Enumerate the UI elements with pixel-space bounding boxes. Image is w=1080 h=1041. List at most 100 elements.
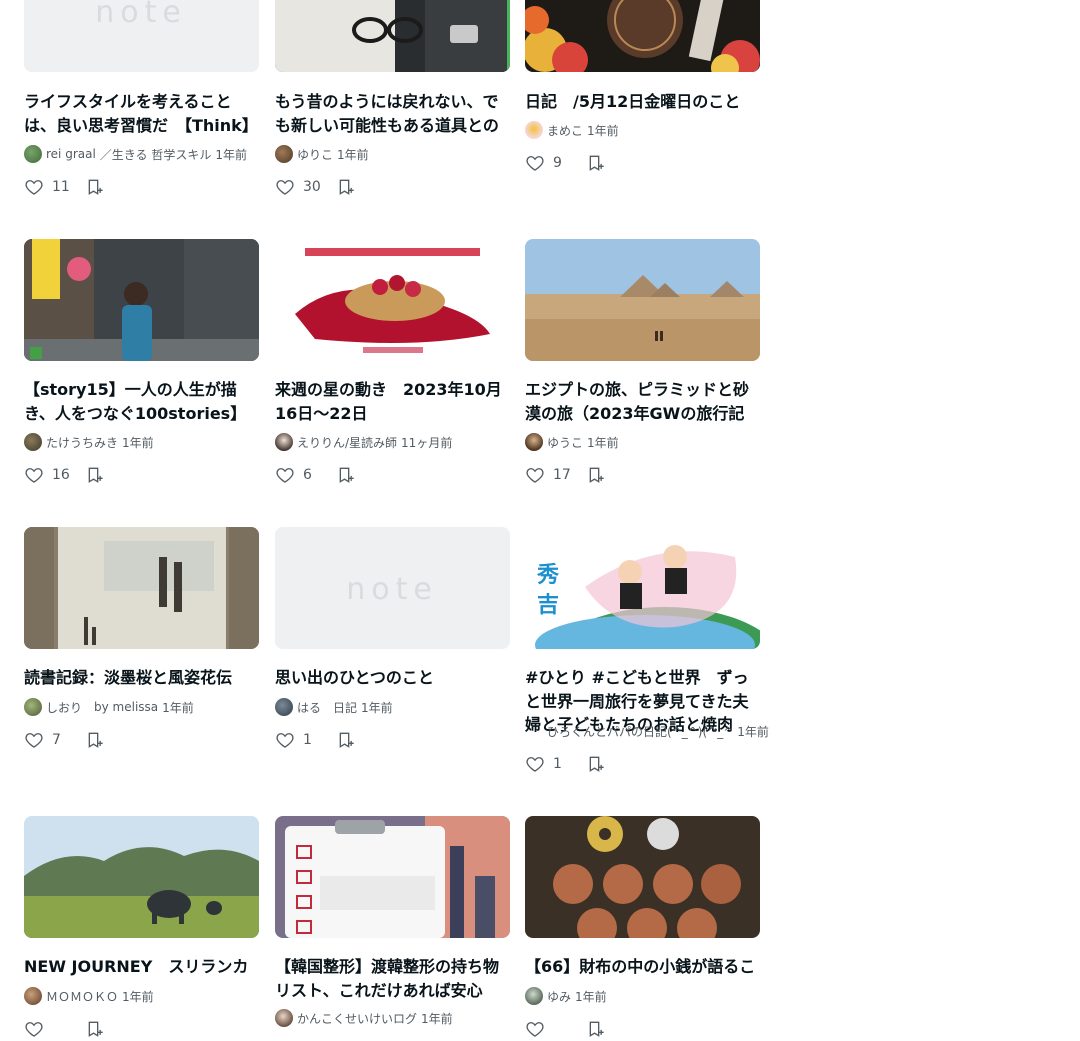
like-button[interactable] — [525, 1019, 577, 1039]
article-thumbnail-placeholder[interactable]: note — [275, 527, 510, 649]
article-title[interactable]: 【韓国整形】渡韓整形の持ち物リスト、これだけあれば安心 — [275, 955, 507, 1002]
heart-icon[interactable] — [525, 465, 545, 485]
like-button[interactable]: 16 — [24, 465, 76, 485]
author-avatar[interactable] — [24, 698, 42, 716]
author-avatar[interactable] — [24, 987, 42, 1005]
save-to-magazine-icon[interactable] — [86, 465, 106, 485]
article-title[interactable]: 【66】財布の中の小銭が語ること、日本の硬貨について — [525, 955, 757, 979]
article-thumbnail[interactable] — [525, 239, 760, 361]
author-name[interactable]: ひろくんとパパの日記(^_^)(^_^ — [547, 723, 733, 740]
article-meta: しおり by melissa 1年前 — [24, 697, 194, 717]
article-title[interactable]: 日記 /5月12日金曜日のこと — [525, 90, 757, 114]
like-button[interactable]: 1 — [525, 754, 577, 774]
article-thumbnail[interactable]: 秀 吉 — [525, 527, 760, 649]
save-to-magazine-icon[interactable] — [587, 1019, 607, 1039]
like-button[interactable]: 17 — [525, 465, 577, 485]
author-name[interactable]: ゆみ — [547, 988, 571, 1005]
save-to-magazine-icon[interactable] — [337, 730, 357, 750]
magazine-name[interactable]: by melissa — [94, 700, 158, 714]
author-name[interactable]: ＭＯＭＯＫＯ — [46, 988, 118, 1005]
article-thumbnail[interactable] — [275, 816, 510, 938]
note-logo-placeholder: note — [346, 572, 438, 607]
magazine-name[interactable]: 日記 — [333, 699, 357, 716]
article-title[interactable]: 来週の星の動き 2023年10月16日〜22日 — [275, 378, 507, 425]
author-avatar[interactable] — [525, 121, 543, 139]
published-time: 1年前 — [122, 435, 154, 450]
heart-icon[interactable] — [525, 153, 545, 173]
like-count: 30 — [303, 179, 321, 195]
author-name[interactable]: まめこ — [547, 122, 583, 139]
article-title[interactable]: ライフスタイルを考えることは、良い思考習慣だ 【Think】 — [24, 90, 256, 137]
author-avatar[interactable] — [24, 145, 42, 163]
save-to-magazine-icon[interactable] — [86, 1019, 106, 1039]
heart-icon[interactable] — [24, 177, 44, 197]
author-name[interactable]: えりりん/星読み師 — [297, 434, 397, 451]
article-meta: ＭＯＭＯＫＯ 1年前 — [24, 986, 154, 1006]
heart-icon[interactable] — [24, 465, 44, 485]
author-avatar[interactable] — [275, 145, 293, 163]
note-logo-placeholder: note — [95, 0, 187, 30]
author-name[interactable]: はる — [297, 699, 321, 716]
published-time: 11ヶ月前 — [401, 435, 453, 450]
article-meta: たけうちみき 1年前 — [24, 432, 154, 452]
article-thumbnail[interactable] — [24, 816, 259, 938]
article-thumbnail-placeholder[interactable]: note — [24, 0, 259, 72]
like-button[interactable]: 1 — [275, 730, 327, 750]
author-name[interactable]: しおり — [46, 699, 82, 716]
save-to-magazine-icon[interactable] — [86, 177, 106, 197]
author-avatar[interactable] — [525, 433, 543, 451]
article-actions — [24, 1017, 106, 1041]
author-avatar[interactable] — [525, 987, 543, 1005]
magazine-name[interactable]: ／生きる 哲学スキル — [100, 146, 212, 163]
article-title[interactable]: エジプトの旅、ピラミッドと砂漠の旅（2023年GWの旅行記その１） — [525, 378, 757, 425]
heart-icon[interactable] — [275, 730, 295, 750]
heart-icon[interactable] — [525, 1019, 545, 1039]
author-avatar[interactable] — [275, 1009, 293, 1027]
article-thumbnail[interactable] — [275, 239, 510, 361]
heart-icon[interactable] — [275, 465, 295, 485]
like-count: 17 — [553, 467, 571, 483]
heart-icon[interactable] — [525, 754, 545, 774]
like-button[interactable]: 7 — [24, 730, 76, 750]
like-button[interactable] — [24, 1019, 76, 1039]
like-count: 7 — [52, 732, 61, 748]
author-avatar[interactable] — [275, 698, 293, 716]
heart-icon[interactable] — [24, 1019, 44, 1039]
article-thumbnail[interactable] — [525, 816, 760, 938]
save-to-magazine-icon[interactable] — [337, 465, 357, 485]
article-title[interactable]: 思い出のひとつのこと — [275, 666, 507, 690]
article-title[interactable]: もう昔のようには戻れない、でも新しい可能性もある道具との付き合い方について — [275, 90, 507, 137]
article-thumbnail[interactable] — [525, 0, 760, 72]
author-name[interactable]: ゆうこ — [547, 434, 583, 451]
author-name[interactable]: たけうちみき — [46, 434, 118, 451]
like-button[interactable]: 9 — [525, 153, 577, 173]
like-button[interactable]: 30 — [275, 177, 327, 197]
like-button[interactable]: 6 — [275, 465, 327, 485]
article-thumbnail[interactable] — [275, 0, 510, 72]
heart-icon[interactable] — [24, 730, 44, 750]
svg-text:吉: 吉 — [537, 592, 559, 618]
published-time: 1年前 — [162, 700, 194, 715]
author-avatar[interactable] — [275, 433, 293, 451]
article-actions: 11 — [24, 175, 106, 199]
heart-icon[interactable] — [275, 177, 295, 197]
save-to-magazine-icon[interactable] — [337, 177, 357, 197]
article-title[interactable]: 読書記録：淡墨桜と風姿花伝 — [24, 666, 256, 690]
like-button[interactable]: 11 — [24, 177, 76, 197]
author-avatar[interactable] — [24, 433, 42, 451]
save-to-magazine-icon[interactable] — [86, 730, 106, 750]
article-title[interactable]: NEW JOURNEY スリランカ編 — [24, 955, 256, 979]
save-to-magazine-icon[interactable] — [587, 153, 607, 173]
author-name[interactable]: rei graal — [46, 147, 96, 161]
article-meta: えりりん/星読み師 11ヶ月前 — [275, 432, 452, 452]
save-to-magazine-icon[interactable] — [587, 754, 607, 774]
article-actions: 16 — [24, 463, 106, 487]
article-thumbnail[interactable] — [24, 527, 259, 649]
author-name[interactable]: ゆりこ — [297, 146, 333, 163]
article-title[interactable]: 【story15】一人の人生が描き、人をつなぐ100stories】 — [24, 378, 256, 425]
like-count: 1 — [553, 756, 562, 772]
like-count: 1 — [303, 732, 312, 748]
article-actions: 1 — [525, 752, 607, 776]
article-thumbnail[interactable] — [24, 239, 259, 361]
save-to-magazine-icon[interactable] — [587, 465, 607, 485]
